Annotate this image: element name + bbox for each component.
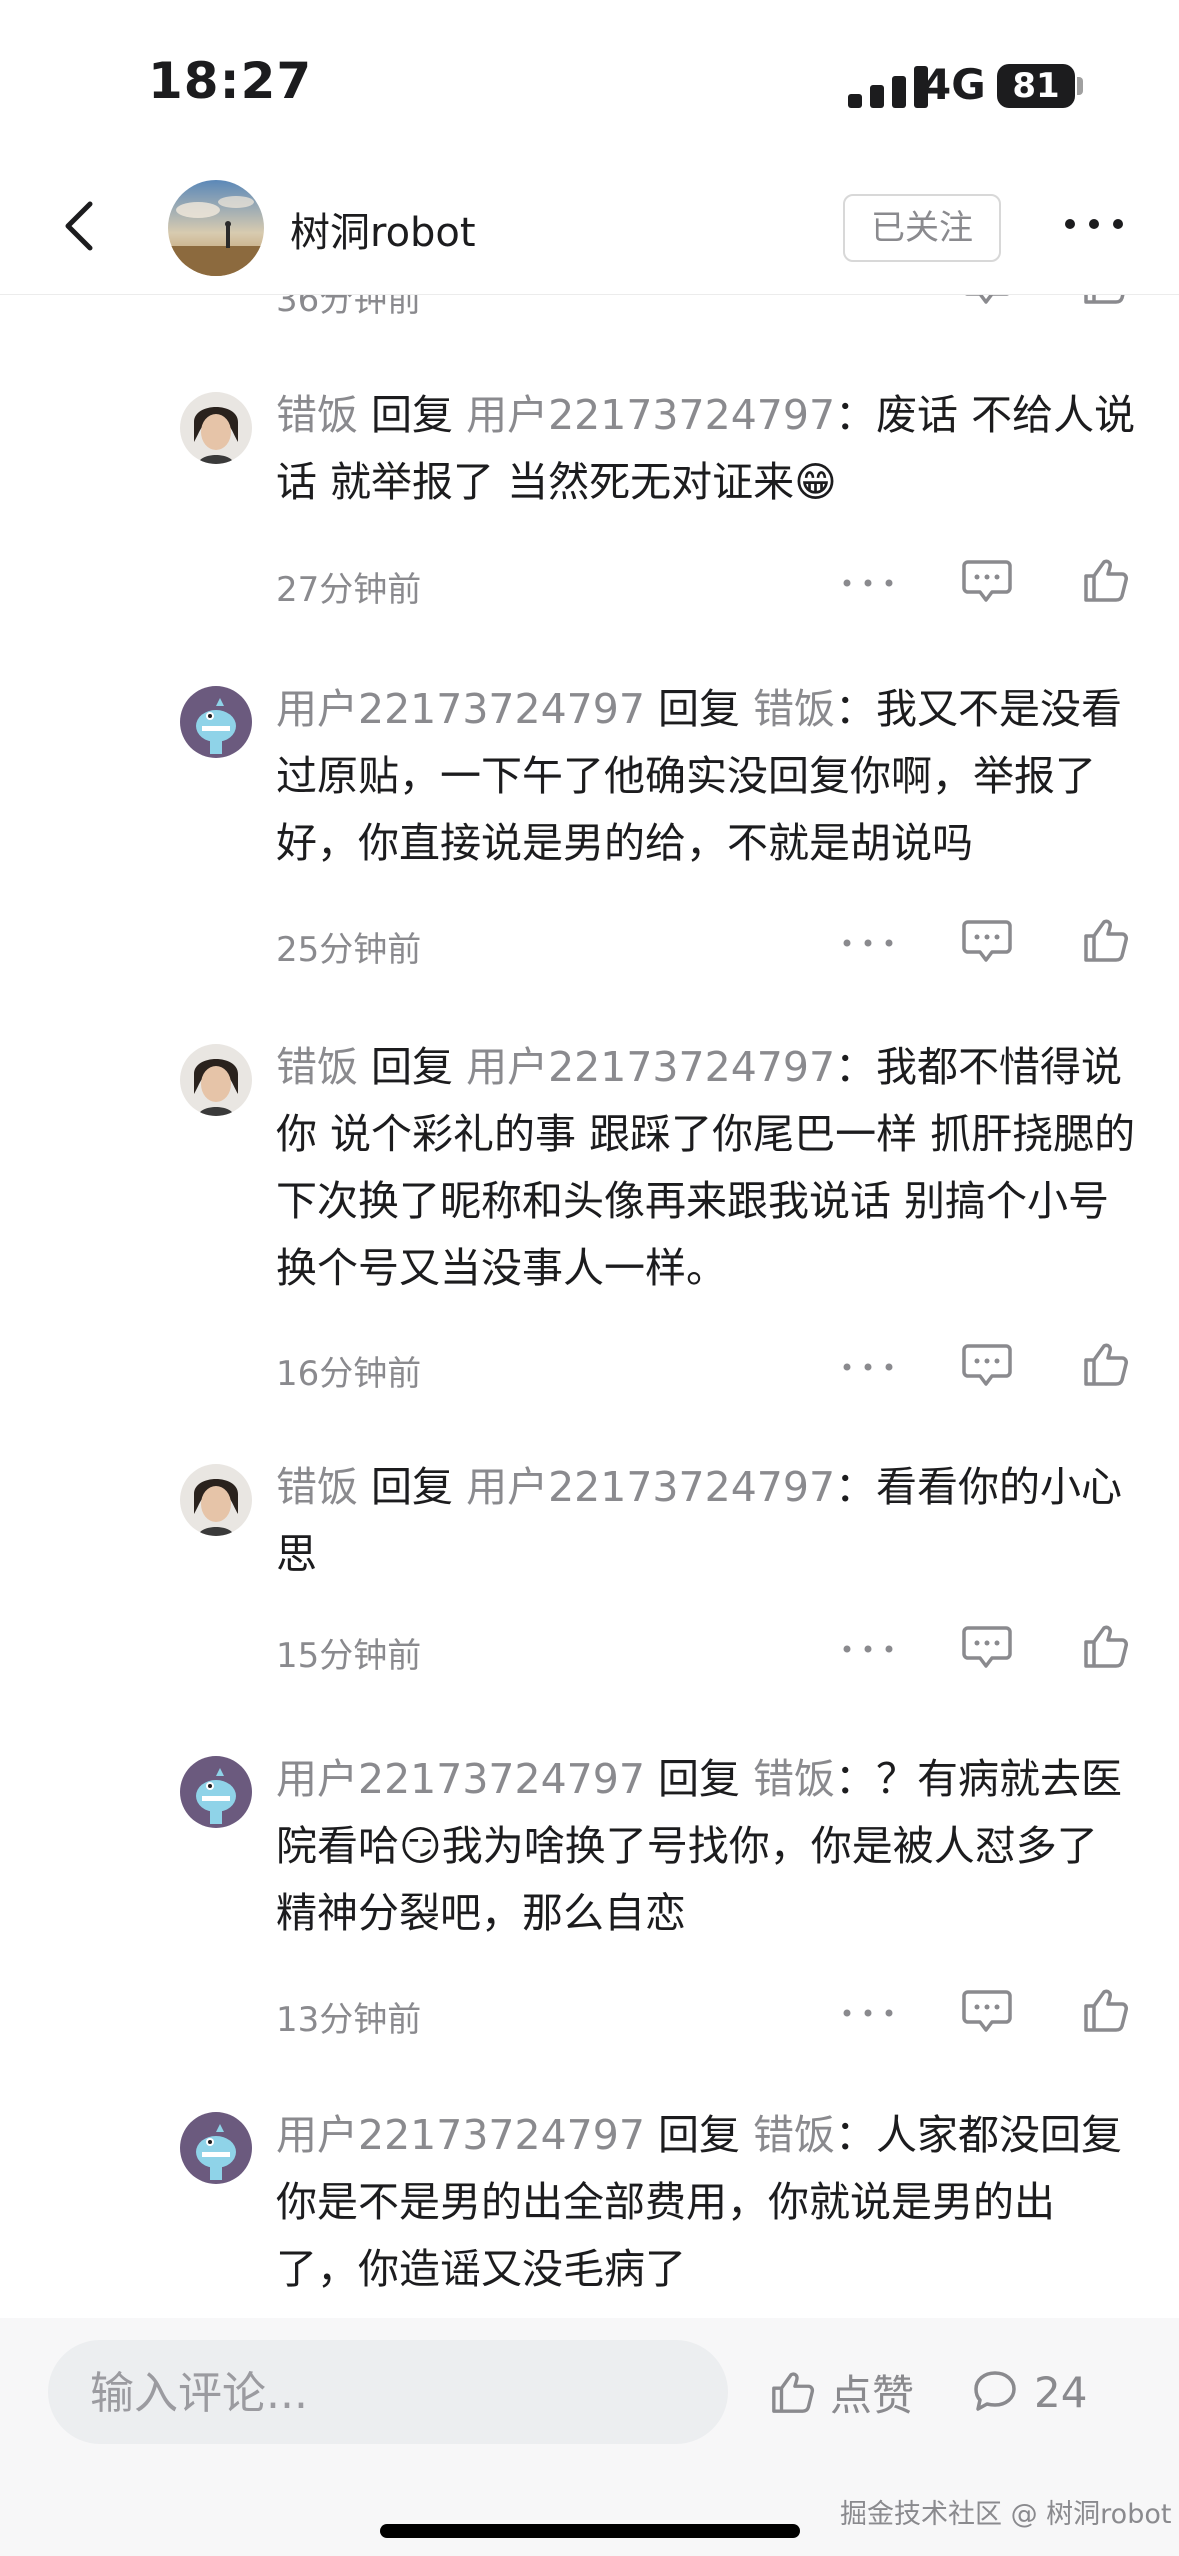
reply-word: 回复 <box>658 685 740 733</box>
monster-avatar-image <box>180 686 252 758</box>
comment-count: 24 <box>1034 2367 1088 2417</box>
comment-text: 错饭 回复 用户22173724797：看看你的小心思 <box>276 1454 1136 1588</box>
reply-word: 回复 <box>371 391 454 439</box>
thumbs-up-icon[interactable] <box>1082 1986 1130 2034</box>
more-dots-icon[interactable] <box>840 1642 896 1656</box>
watermark-text: 掘金技术社区 @ 树洞robot <box>840 2499 1172 2530</box>
commenter-avatar[interactable] <box>180 686 252 758</box>
person-avatar-image <box>180 1464 252 1536</box>
reply-bubble-icon[interactable] <box>962 294 1012 306</box>
comment-author[interactable]: 用户22173724797 <box>276 1755 645 1803</box>
battery-icon: 81 <box>997 64 1075 108</box>
top-nav-bar: 树洞robot 已关注 <box>0 170 1179 295</box>
back-arrow-icon[interactable] <box>52 196 112 256</box>
comment-bubble-icon <box>974 2371 1016 2411</box>
person-avatar-image <box>180 392 252 464</box>
reply-bubble-icon[interactable] <box>962 1342 1012 1388</box>
more-dots-icon[interactable] <box>840 936 896 950</box>
commenter-avatar[interactable] <box>180 392 252 464</box>
status-time: 18:27 <box>148 52 313 110</box>
reply-word: 回复 <box>371 1463 454 1511</box>
reply-target[interactable]: 用户22173724797 <box>466 1463 835 1511</box>
home-indicator <box>380 2524 800 2538</box>
reply-target[interactable]: 错饭 <box>753 2111 835 2159</box>
reply-target[interactable]: 错饭 <box>753 685 835 733</box>
reply-bubble-icon[interactable] <box>962 558 1012 604</box>
thumbs-up-icon[interactable] <box>1082 294 1130 306</box>
battery-cap <box>1077 77 1083 95</box>
comment-input[interactable] <box>88 2340 692 2446</box>
thumbs-up-icon[interactable] <box>1082 916 1130 964</box>
signal-icon <box>848 66 928 108</box>
more-options-icon[interactable] <box>1062 212 1126 236</box>
partial-comment-meta: 36分钟前 <box>0 294 1179 330</box>
reply-word: 回复 <box>658 2111 740 2159</box>
comment-text: 用户22173724797 回复 错饭：我又不是没看过原贴，一下午了他确实没回复… <box>276 676 1136 877</box>
comment-time: 15分钟前 <box>276 1636 422 1676</box>
network-type: 4G <box>922 60 986 109</box>
following-button[interactable]: 已关注 <box>843 194 1001 262</box>
comment-time: 36分钟前 <box>276 294 422 320</box>
comment-text: 用户22173724797 回复 错饭：？有病就去医院看哈😏我为啥换了号找你，你… <box>276 1746 1136 1947</box>
comment-count-button[interactable]: 24 <box>972 2360 1087 2424</box>
comment-list[interactable]: 36分钟前 错饭 回复 用户22173724797：废话 不给人说话 就举报了 … <box>0 294 1179 2318</box>
monster-avatar-image <box>180 2112 252 2184</box>
like-button[interactable]: 点赞 <box>770 2360 914 2424</box>
comment-time: 27分钟前 <box>276 570 422 610</box>
comment-input-box[interactable] <box>48 2340 728 2446</box>
comment-time: 13分钟前 <box>276 2000 422 2040</box>
status-bar: 18:27 4G 81 <box>0 0 1179 170</box>
comment-text: 错饭 回复 用户22173724797：我都不惜得说你 说个彩礼的事 跟踩了你尾… <box>276 1034 1136 1302</box>
commenter-avatar[interactable] <box>180 2112 252 2184</box>
reply-bubble-icon[interactable] <box>962 1988 1012 2034</box>
thumbs-up-icon[interactable] <box>1082 1622 1130 1670</box>
person-avatar-image <box>180 1044 252 1116</box>
reply-word: 回复 <box>658 1755 740 1803</box>
comment-author[interactable]: 用户22173724797 <box>276 685 645 733</box>
comment-time: 25分钟前 <box>276 930 422 970</box>
comment-author[interactable]: 错饭 <box>276 1043 358 1091</box>
thumbs-up-icon <box>772 2372 815 2413</box>
reply-word: 回复 <box>371 1043 454 1091</box>
comment-text: 错饭 回复 用户22173724797：废话 不给人说话 就举报了 当然死无对证… <box>276 382 1136 516</box>
battery-level: 81 <box>1012 66 1060 106</box>
comment-text: 用户22173724797 回复 错饭：人家都没回复你是不是男的出全部费用，你就… <box>276 2102 1136 2303</box>
more-dots-icon[interactable] <box>840 2006 896 2020</box>
reply-target[interactable]: 用户22173724797 <box>466 391 835 439</box>
comment-bottom-bar: 点赞 24 掘金技术社区 @ 树洞robot <box>0 2318 1179 2556</box>
profile-avatar[interactable] <box>168 180 264 276</box>
commenter-avatar[interactable] <box>180 1464 252 1536</box>
comment-author[interactable]: 用户22173724797 <box>276 2111 645 2159</box>
more-dots-icon[interactable] <box>840 576 896 590</box>
commenter-avatar[interactable] <box>180 1756 252 1828</box>
monster-avatar-image <box>180 1756 252 1828</box>
reply-target[interactable]: 错饭 <box>753 1755 835 1803</box>
comment-author[interactable]: 错饭 <box>276 1463 358 1511</box>
thumbs-up-icon[interactable] <box>1082 1340 1130 1388</box>
reply-target[interactable]: 用户22173724797 <box>466 1043 835 1091</box>
scenery-avatar-image <box>168 180 264 276</box>
comment-author[interactable]: 错饭 <box>276 391 358 439</box>
reply-bubble-icon[interactable] <box>962 918 1012 964</box>
thumbs-up-icon[interactable] <box>1082 556 1130 604</box>
profile-name[interactable]: 树洞robot <box>290 200 476 258</box>
reply-bubble-icon[interactable] <box>962 1624 1012 1670</box>
comment-time: 16分钟前 <box>276 1354 422 1394</box>
like-label: 点赞 <box>830 2370 915 2420</box>
more-dots-icon[interactable] <box>840 1360 896 1374</box>
commenter-avatar[interactable] <box>180 1044 252 1116</box>
